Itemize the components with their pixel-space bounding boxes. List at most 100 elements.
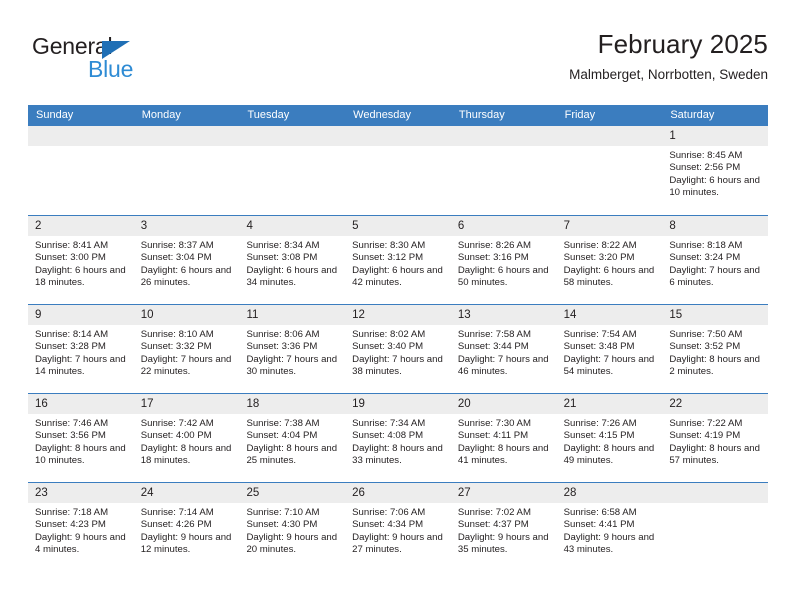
sunrise-text: Sunrise: 8:37 AM <box>140 240 214 251</box>
day-number: 7 <box>563 220 570 232</box>
sunrise-text: Sunrise: 7:34 AM <box>352 418 426 429</box>
sunset-text: Sunset: 3:16 PM <box>457 252 529 264</box>
calendar-day-cell[interactable]: 23 Sunrise: 7:18 AM Sunset: 4:23 PM Dayligh… <box>28 483 134 571</box>
calendar-day-cell[interactable]: 19 Sunrise: 7:34 AM Sunset: 4:08 PM Dayligh… <box>345 394 451 482</box>
daylight-text: Daylight: 9 hours and 27 minutes. <box>352 531 443 555</box>
sunset-text: Sunset: 3:24 PM <box>669 252 741 264</box>
calendar-day-cell[interactable]: 11 Sunrise: 8:06 AM Sunset: 3:36 PM Dayligh… <box>239 305 346 393</box>
calendar-day-cell[interactable]: 18 Sunrise: 7:38 AM Sunset: 4:04 PM Dayligh… <box>239 394 346 482</box>
sunset-text: Sunset: 3:20 PM <box>563 252 635 264</box>
day-number-bar: 20 <box>450 394 557 414</box>
day-number: 6 <box>457 220 465 232</box>
sunrise-text: Sunrise: 8:10 AM <box>140 329 214 340</box>
calendar-day-cell[interactable]: 3 Sunrise: 8:37 AM Sunset: 3:04 PM Daylight… <box>133 216 240 304</box>
calendar-day-cell[interactable]: 24 Sunrise: 7:14 AM Sunset: 4:26 PM Dayligh… <box>133 483 240 571</box>
daylight-text: Daylight: 8 hours and 57 minutes. <box>669 442 760 466</box>
sunrise-text: Sunrise: 8:22 AM <box>563 240 637 251</box>
sunrise-text: Sunrise: 8:41 AM <box>35 240 109 251</box>
day-number: 26 <box>352 487 365 499</box>
sunset-text: Sunset: 4:34 PM <box>352 519 424 531</box>
sunrise-text: Sunrise: 7:50 AM <box>669 329 743 340</box>
sunrise-text: Sunrise: 8:34 AM <box>246 240 320 251</box>
calendar-day-cell[interactable]: 25 Sunrise: 7:10 AM Sunset: 4:30 PM Dayligh… <box>239 483 346 571</box>
day-number-bar <box>345 126 451 146</box>
sunset-text: Sunset: 3:08 PM <box>246 252 318 264</box>
sunset-text: Sunset: 3:40 PM <box>352 341 424 353</box>
sunrise-text: Sunrise: 8:18 AM <box>669 240 743 251</box>
page-subtitle: Malmberget, Norrbotten, Sweden <box>569 66 768 82</box>
calendar-day-cell[interactable]: 28 Sunrise: 6:58 AM Sunset: 4:41 PM Dayligh… <box>556 483 663 571</box>
calendar-day-cell[interactable]: 20 Sunrise: 7:30 AM Sunset: 4:11 PM Dayligh… <box>450 394 557 482</box>
day-number-bar: 13 <box>450 305 557 325</box>
day-number-bar: 15 <box>662 305 769 325</box>
sunrise-text: Sunrise: 8:14 AM <box>35 329 109 340</box>
day-info: Sunrise: 7:14 AM Sunset: 4:26 PM Daylight:… <box>134 503 240 556</box>
sunrise-text: Sunrise: 7:10 AM <box>246 507 320 518</box>
day-number-bar: 18 <box>239 394 346 414</box>
calendar-day-cell[interactable]: 7 Sunrise: 8:22 AM Sunset: 3:20 PM Daylight… <box>556 216 663 304</box>
day-number-bar: 3 <box>133 216 240 236</box>
calendar-day-cell[interactable]: 10 Sunrise: 8:10 AM Sunset: 3:32 PM Dayligh… <box>133 305 240 393</box>
sunset-text: Sunset: 4:00 PM <box>140 430 212 442</box>
calendar-day-cell[interactable]: 12 Sunrise: 8:02 AM Sunset: 3:40 PM Dayligh… <box>345 305 451 393</box>
sunset-text: Sunset: 3:48 PM <box>563 341 635 353</box>
calendar-day-cell[interactable]: 5 Sunrise: 8:30 AM Sunset: 3:12 PM Daylight… <box>345 216 451 304</box>
calendar-day-cell[interactable]: 6 Sunrise: 8:26 AM Sunset: 3:16 PM Daylight… <box>450 216 557 304</box>
day-number-bar <box>556 126 663 146</box>
calendar-day-cell[interactable]: 26 Sunrise: 7:06 AM Sunset: 4:34 PM Dayligh… <box>345 483 451 571</box>
calendar-day-cell[interactable]: 16 Sunrise: 7:46 AM Sunset: 3:56 PM Dayligh… <box>28 394 134 482</box>
day-number: 28 <box>563 487 577 499</box>
brand-logo[interactable]: General Blue <box>28 30 228 92</box>
day-number: 17 <box>140 398 154 410</box>
calendar-day-cell[interactable]: 17 Sunrise: 7:42 AM Sunset: 4:00 PM Dayligh… <box>133 394 240 482</box>
calendar-day-cell[interactable]: 22 Sunrise: 7:22 AM Sunset: 4:19 PM Dayligh… <box>662 394 769 482</box>
weekday-header-tuesday: Tuesday <box>247 109 290 121</box>
sunset-text: Sunset: 4:08 PM <box>352 430 424 442</box>
day-number-bar <box>133 126 240 146</box>
calendar-day-cell[interactable]: 1 Sunrise: 8:45 AM Sunset: 2:56 PM Daylight… <box>662 126 769 215</box>
day-info: Sunrise: 7:18 AM Sunset: 4:23 PM Daylight:… <box>28 503 134 556</box>
calendar-day-cell[interactable]: 13 Sunrise: 7:58 AM Sunset: 3:44 PM Dayligh… <box>450 305 557 393</box>
calendar-day-cell-empty <box>662 483 769 571</box>
day-number-bar: 28 <box>556 483 663 503</box>
day-info: Sunrise: 8:22 AM Sunset: 3:20 PM Daylight:… <box>557 236 663 289</box>
day-number-bar <box>239 126 346 146</box>
day-number: 8 <box>669 220 676 232</box>
sunrise-text: Sunrise: 8:45 AM <box>669 150 743 161</box>
day-number-bar: 25 <box>239 483 346 503</box>
day-number-bar: 10 <box>133 305 240 325</box>
weekday-header-friday: Friday <box>564 109 596 121</box>
day-number: 11 <box>246 309 259 321</box>
daylight-text: Daylight: 8 hours and 18 minutes. <box>140 442 232 466</box>
day-info: Sunrise: 8:06 AM Sunset: 3:36 PM Daylight:… <box>239 325 345 378</box>
daylight-text: Daylight: 7 hours and 6 minutes. <box>669 264 760 288</box>
calendar-day-cell[interactable]: 4 Sunrise: 8:34 AM Sunset: 3:08 PM Daylight… <box>239 216 346 304</box>
day-number: 25 <box>246 487 260 499</box>
daylight-text: Daylight: 7 hours and 14 minutes. <box>35 353 126 377</box>
daylight-text: Daylight: 9 hours and 12 minutes. <box>140 531 232 555</box>
day-number-bar: 1 <box>662 126 769 146</box>
sunrise-text: Sunrise: 7:38 AM <box>246 418 320 429</box>
calendar-day-cell[interactable]: 2 Sunrise: 8:41 AM Sunset: 3:00 PM Daylight… <box>28 216 134 304</box>
calendar-week-row: 9 Sunrise: 8:14 AM Sunset: 3:28 PM Daylight… <box>28 304 769 393</box>
daylight-text: Daylight: 6 hours and 58 minutes. <box>563 264 655 288</box>
calendar-day-cell[interactable]: 9 Sunrise: 8:14 AM Sunset: 3:28 PM Daylight… <box>28 305 134 393</box>
calendar-day-cell[interactable]: 21 Sunrise: 7:26 AM Sunset: 4:15 PM Dayligh… <box>556 394 663 482</box>
daylight-text: Daylight: 8 hours and 41 minutes. <box>457 442 549 466</box>
calendar-day-cell[interactable]: 8 Sunrise: 8:18 AM Sunset: 3:24 PM Daylight… <box>662 216 769 304</box>
day-info: Sunrise: 8:41 AM Sunset: 3:00 PM Daylight:… <box>28 236 134 289</box>
sunset-text: Sunset: 3:12 PM <box>352 252 424 264</box>
sunrise-text: Sunrise: 7:18 AM <box>35 507 109 518</box>
sunset-text: Sunset: 4:30 PM <box>246 519 318 531</box>
daylight-text: Daylight: 7 hours and 54 minutes. <box>563 353 655 377</box>
calendar-day-cell[interactable]: 27 Sunrise: 7:02 AM Sunset: 4:37 PM Dayligh… <box>450 483 557 571</box>
calendar-day-cell[interactable]: 15 Sunrise: 7:50 AM Sunset: 3:52 PM Dayligh… <box>662 305 769 393</box>
day-info: Sunrise: 7:30 AM Sunset: 4:11 PM Daylight:… <box>451 414 557 467</box>
sunset-text: Sunset: 3:00 PM <box>35 252 106 264</box>
calendar-day-cell[interactable]: 14 Sunrise: 7:54 AM Sunset: 3:48 PM Dayligh… <box>556 305 663 393</box>
sunrise-text: Sunrise: 7:58 AM <box>457 329 531 340</box>
day-number: 9 <box>35 309 42 321</box>
calendar-page: General Blue February 2025 Malmberget, N… <box>0 0 792 612</box>
day-number-bar: 27 <box>450 483 557 503</box>
calendar-grid: Sunday Monday Tuesday Wednesday Thursday Frid… <box>28 105 769 571</box>
